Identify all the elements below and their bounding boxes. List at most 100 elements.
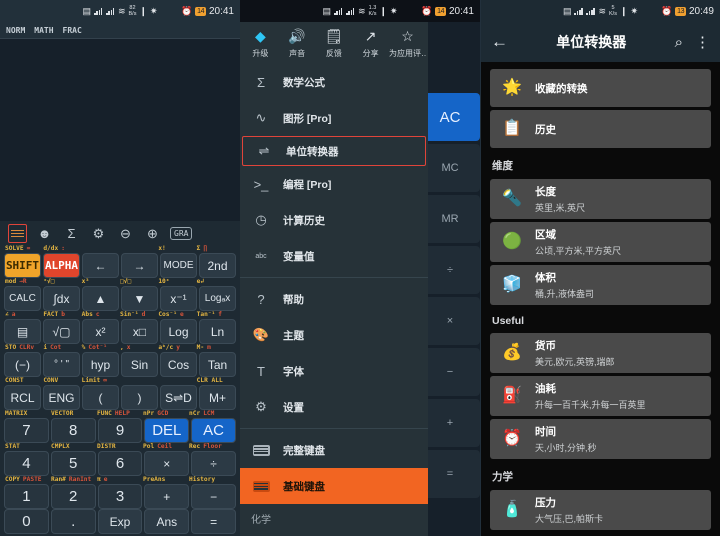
calc-key-sin[interactable]: Sin <box>121 352 158 377</box>
converter-item-1-2[interactable]: ⏰ 时间 天,小时,分钟,秒 <box>490 419 711 459</box>
calc-key-eng[interactable]: ENG <box>43 385 80 410</box>
drawer-action-sound[interactable]: 🔊 声音 <box>279 28 316 59</box>
menu-icon[interactable] <box>8 224 27 243</box>
drawer-action-feedback[interactable]: 🗒 反馈 <box>316 28 353 59</box>
overflow-menu-icon[interactable]: ⋮ <box>695 33 710 51</box>
drawer-item-3[interactable]: >_ 编程 [Pro] <box>240 166 428 202</box>
drawer-item-9[interactable]: ⚙ 设置 <box>240 389 428 425</box>
calc-key-calc[interactable]: CALC <box>4 286 41 311</box>
calc-key-shift[interactable]: SHIFT <box>4 253 41 278</box>
key-row: 4 5 6 × ÷ <box>2 451 238 476</box>
drawer-action-diamond[interactable]: ◆ 升级 <box>242 28 279 59</box>
calc-key-cos[interactable]: Cos <box>160 352 197 377</box>
calc-key-[interactable]: ° ' " <box>43 352 80 377</box>
ghost-key-plus[interactable]: + <box>420 399 480 447</box>
drawer-item-0[interactable]: Σ 数学公式 <box>240 64 428 100</box>
back-arrow-icon[interactable]: ← <box>491 32 508 52</box>
drawer-item-kb-1[interactable]: 基础键盘 <box>240 468 428 504</box>
calc-key-[interactable]: ▼ <box>121 286 158 311</box>
calc-key-alpha[interactable]: ALPHA <box>43 253 80 278</box>
calc-key-dx[interactable]: ∫dx <box>43 286 80 311</box>
gear-icon[interactable]: ⚙ <box>89 224 108 243</box>
calc-key-[interactable]: ) <box>121 385 158 410</box>
calc-key-[interactable]: ▲ <box>82 286 119 311</box>
calc-key-[interactable]: ▤ <box>4 319 41 344</box>
calc-key-x[interactable]: x□ <box>121 319 158 344</box>
angle-mode-badge[interactable]: GRA <box>170 227 193 240</box>
calc-key-x[interactable]: x⁻¹ <box>160 286 197 311</box>
drawer-item-6[interactable]: ? 帮助 <box>240 281 428 317</box>
calc-key-8[interactable]: 8 <box>50 418 96 443</box>
calc-key-9[interactable]: 9 <box>97 418 143 443</box>
calc-key-[interactable]: √▢ <box>43 319 80 344</box>
calc-key-log[interactable]: Log <box>160 319 197 344</box>
calc-key-[interactable]: = <box>191 509 236 534</box>
calc-key-[interactable]: + <box>144 484 190 509</box>
ghost-key-equals[interactable]: = <box>420 450 480 498</box>
calc-key-mode[interactable]: MODE <box>160 253 197 278</box>
calc-key-[interactable]: (−) <box>4 352 41 377</box>
calc-key-log-x[interactable]: Logₐx <box>199 286 236 311</box>
ghost-key-minus[interactable]: − <box>420 348 480 396</box>
converter-item-0-2[interactable]: 🧊 体积 桶,升,液体盎司 <box>490 265 711 305</box>
drawer-action-star[interactable]: ☆ 为应用评… <box>389 28 426 59</box>
converter-item-1-0[interactable]: 💰 货币 美元,欧元,英镑,瑞郎 <box>490 333 711 373</box>
calc-key-2[interactable]: 2 <box>50 484 96 509</box>
calc-key-rcl[interactable]: RCL <box>4 385 41 410</box>
calc-key-[interactable]: . <box>50 509 96 534</box>
calc-key-ans[interactable]: Ans <box>144 509 190 534</box>
calc-key-0[interactable]: 0 <box>4 509 49 534</box>
calc-key-ac[interactable]: AC <box>191 418 236 443</box>
plus-circle-icon[interactable]: ⊕ <box>143 224 162 243</box>
calc-key-hyp[interactable]: hyp <box>82 352 119 377</box>
search-icon[interactable]: ⌕ <box>675 34 683 51</box>
drawer-item-8[interactable]: T 字体 <box>240 353 428 389</box>
calc-key-s-d[interactable]: S⇌D <box>160 385 197 410</box>
calc-key-7[interactable]: 7 <box>4 418 49 443</box>
calculator-display[interactable] <box>0 38 240 221</box>
calc-key-[interactable]: ← <box>82 253 119 278</box>
calc-key-3[interactable]: 3 <box>97 484 143 509</box>
calc-key-exp[interactable]: Exp <box>97 509 143 534</box>
drawer-action-label: 升级 <box>252 49 269 58</box>
drawer-action-share[interactable]: ↗ 分享 <box>352 28 389 59</box>
converter-item-0-0[interactable]: 🔦 长度 英里,米,英尺 <box>490 179 711 219</box>
calc-key-m[interactable]: M+ <box>199 385 236 410</box>
calc-key-[interactable]: ( <box>82 385 119 410</box>
ghost-key-mr[interactable]: MR <box>420 195 480 243</box>
calc-key-ln[interactable]: Ln <box>199 319 236 344</box>
brain-icon[interactable]: ☻ <box>35 224 54 243</box>
converter-item-0-1[interactable]: 🟢 区域 公顷,平方米,平方英尺 <box>490 222 711 262</box>
converter-pinned-0[interactable]: 🌟 收藏的转换 <box>490 69 711 107</box>
calc-key-[interactable]: × <box>144 451 190 476</box>
ghost-key-multiply[interactable]: × <box>420 297 480 345</box>
drawer-item-2[interactable]: ⇌ 单位转换器 <box>242 136 426 166</box>
drawer-item-kb-0[interactable]: 完整键盘 <box>240 432 428 468</box>
drawer-item-1[interactable]: ∿ 图形 [Pro] <box>240 100 428 136</box>
calc-key-[interactable]: ÷ <box>191 451 236 476</box>
drawer-item-4[interactable]: ◷ 计算历史 <box>240 202 428 238</box>
calc-key-4[interactable]: 4 <box>4 451 49 476</box>
calc-key-del[interactable]: DEL <box>144 418 190 443</box>
ghost-key-ac[interactable]: AC <box>420 93 480 141</box>
ghost-key-divide[interactable]: ÷ <box>420 246 480 294</box>
drawer-item-5[interactable]: abc 变量值 <box>240 238 428 274</box>
calc-key-[interactable]: − <box>191 484 236 509</box>
calc-key-2nd[interactable]: 2nd <box>199 253 236 278</box>
card-text: 收藏的转换 <box>535 81 588 96</box>
converter-item-2-0[interactable]: 🧴 压力 大气压,巴,帕斯卡 <box>490 490 711 530</box>
calc-key-6[interactable]: 6 <box>97 451 143 476</box>
calc-key-tan[interactable]: Tan <box>199 352 236 377</box>
converter-item-1-1[interactable]: ⛽ 油耗 升每一百千米,升每一百英里 <box>490 376 711 416</box>
calc-key-5[interactable]: 5 <box>50 451 96 476</box>
converter-pinned-1[interactable]: 📋 历史 <box>490 110 711 148</box>
key-secondary-labels: Sin⁻¹ d <box>119 311 146 318</box>
calc-key-[interactable]: → <box>121 253 158 278</box>
drawer-item-7[interactable]: 🎨 主题 <box>240 317 428 353</box>
minus-circle-icon[interactable]: ⊖ <box>116 224 135 243</box>
sigma-icon[interactable]: Σ <box>62 224 81 243</box>
calc-key-x[interactable]: x² <box>82 319 119 344</box>
ghost-key-mc[interactable]: MC <box>420 144 480 192</box>
calc-key-1[interactable]: 1 <box>4 484 49 509</box>
drawer-item-chem[interactable]: ▦Periodic table [ad free] <box>240 530 428 536</box>
